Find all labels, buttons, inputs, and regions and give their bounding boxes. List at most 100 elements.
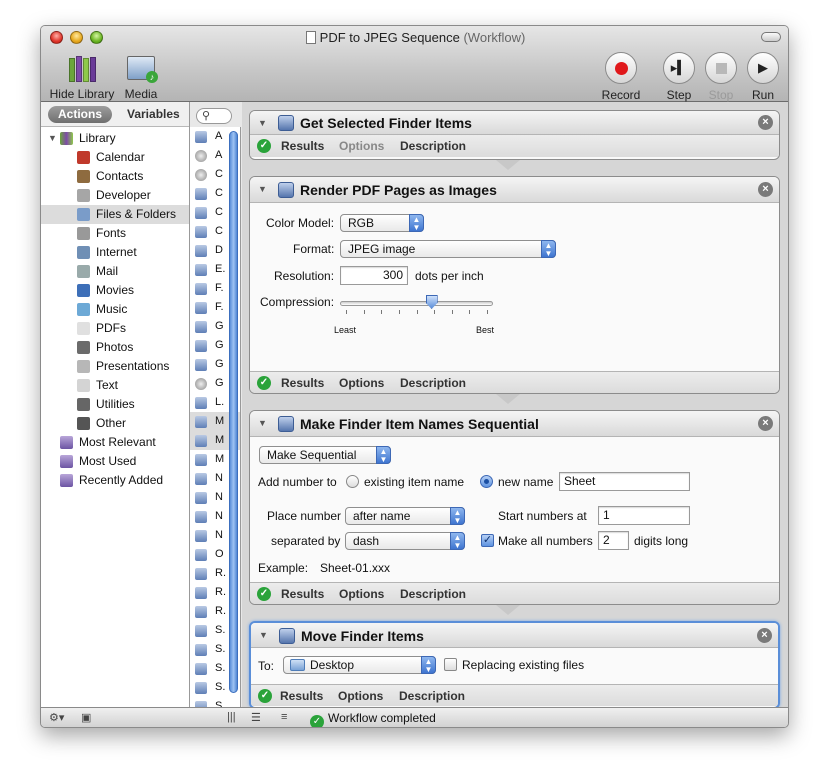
remove-action-icon[interactable]: × [758,115,773,130]
sidebar-item-fonts[interactable]: Fonts [41,224,189,243]
options-tab[interactable]: Options [339,376,384,390]
options-tab[interactable]: Options [338,689,383,703]
collapse-triangle-icon[interactable]: ▼ [258,184,267,194]
status-bar: ⚙▾ ▣ ||| ☰ ≡ ✓ Workflow completed [41,707,788,727]
record-button[interactable]: Record [599,52,643,102]
stop-button[interactable]: Stop [703,52,739,102]
sidebar-item-mail[interactable]: Mail [41,262,189,281]
place-number-popup[interactable]: after name ▲ ▼ [345,507,465,525]
category-icon [77,303,90,316]
log-view-icon[interactable]: ≡ [281,711,287,723]
tab-variables[interactable]: Variables [117,106,190,123]
sidebar-item-movies[interactable]: Movies [41,281,189,300]
replacing-checkbox[interactable] [444,658,457,671]
action-render-pdf-pages[interactable]: ▼ Render PDF Pages as Images × Color Mod… [249,176,780,394]
category-icon [77,189,90,202]
sidebar-item-presentations[interactable]: Presentations [41,357,189,376]
run-label: Run [751,88,774,102]
action-list-scrollbar[interactable] [229,131,238,693]
description-tab[interactable]: Description [399,689,465,703]
action-list-label: N [215,472,223,484]
sidebar-item-internet[interactable]: Internet [41,243,189,262]
options-tab[interactable]: Options [339,587,384,601]
smart-group-label: Recently Added [79,473,164,487]
sidebar-item-utilities[interactable]: Utilities [41,395,189,414]
separated-by-popup[interactable]: dash ▲ ▼ [345,532,465,550]
results-tab[interactable]: Results [281,376,324,390]
splitter-handle-icon[interactable]: ||| [227,711,236,723]
search-field[interactable]: ⚲ [196,108,232,124]
action-title: Render PDF Pages as Images [300,182,497,198]
sidebar-item-photos[interactable]: Photos [41,338,189,357]
slider-tick [363,310,365,314]
options-tab[interactable]: Options [339,139,384,153]
remove-action-icon[interactable]: × [758,182,773,197]
stop-label: Stop [708,88,734,102]
media-button[interactable]: ♪ Media [121,52,161,101]
hide-library-button[interactable]: Hide Library [49,52,115,101]
list-view-icon[interactable]: ☰ [251,711,261,724]
collapse-triangle-icon[interactable]: ▼ [258,118,267,128]
slider-tick [416,310,418,314]
description-tab[interactable]: Description [400,587,466,601]
results-tab[interactable]: Results [281,587,324,601]
smart-group-most-used[interactable]: Most Used [41,452,189,471]
compression-slider-track[interactable] [340,301,493,306]
sidebar-item-calendar[interactable]: Calendar [41,148,189,167]
action-make-names-sequential[interactable]: ▼ Make Finder Item Names Sequential × Ma… [249,410,780,605]
smart-group-most-relevant[interactable]: Most Relevant [41,433,189,452]
existing-name-radio[interactable] [346,475,359,488]
collapse-triangle-icon[interactable]: ▼ [259,630,268,640]
new-name-radio[interactable] [480,475,493,488]
remove-action-icon[interactable]: × [757,628,772,643]
resolution-field[interactable]: 300 [340,266,408,285]
sequential-mode-popup[interactable]: Make Sequential ▲ ▼ [259,446,391,464]
category-icon [77,227,90,240]
results-tab[interactable]: Results [281,139,324,153]
action-list-label: R. [215,605,226,617]
category-icon [77,322,90,335]
step-button[interactable]: ▸▍ Step [661,52,697,102]
destination-popup[interactable]: Desktop ▲ ▼ [283,656,436,674]
new-name-field[interactable]: Sheet [559,472,690,491]
action-icon [195,530,207,542]
description-tab[interactable]: Description [400,139,466,153]
sidebar-item-music[interactable]: Music [41,300,189,319]
remove-action-icon[interactable]: × [758,416,773,431]
color-model-popup[interactable]: RGB ▲ ▼ [340,214,424,232]
make-all-numbers-checkbox[interactable]: ✓ [481,534,494,547]
compression-slider-thumb[interactable] [425,295,438,309]
smart-folder-icon [60,474,73,487]
sidebar-item-other[interactable]: Other [41,414,189,433]
action-icon [195,321,207,333]
show-description-icon[interactable]: ▣ [81,711,91,724]
sidebar-item-text[interactable]: Text [41,376,189,395]
action-connector [496,394,520,404]
action-icon [195,283,207,295]
action-get-selected-finder-items[interactable]: ▼ Get Selected Finder Items × ✓ Results … [249,110,780,160]
sidebar-item-files-folders[interactable]: Files & Folders [41,205,189,224]
run-button[interactable]: ▶ Run [745,52,781,102]
tab-actions[interactable]: Actions [48,106,113,123]
slider-tick [381,310,383,314]
sidebar-item-pdfs[interactable]: PDFs [41,319,189,338]
smart-group-recently-added[interactable]: Recently Added [41,471,189,490]
category-label: Photos [96,340,134,354]
digits-field[interactable]: 2 [598,531,629,550]
results-tab[interactable]: Results [280,689,323,703]
gear-icon[interactable]: ⚙▾ [49,711,64,724]
action-list-item[interactable]: S. [190,697,240,707]
format-popup[interactable]: JPEG image ▲ ▼ [340,240,556,258]
step-icon: ▸▍ [663,52,695,84]
collapse-triangle-icon[interactable]: ▼ [258,418,267,428]
action-header: ▼ Get Selected Finder Items × [250,111,779,135]
action-move-finder-items[interactable]: ▼ Move Finder Items × To: Desktop ▲ ▼ Repl… [249,621,780,709]
library-icon [60,132,73,145]
sidebar-item-developer[interactable]: Developer [41,186,189,205]
library-root[interactable]: ▼ Library [41,129,189,148]
toolbar-toggle-button[interactable] [761,32,781,42]
description-tab[interactable]: Description [400,376,466,390]
action-list-label: O [215,548,224,560]
sidebar-item-contacts[interactable]: Contacts [41,167,189,186]
start-numbers-field[interactable]: 1 [598,506,690,525]
